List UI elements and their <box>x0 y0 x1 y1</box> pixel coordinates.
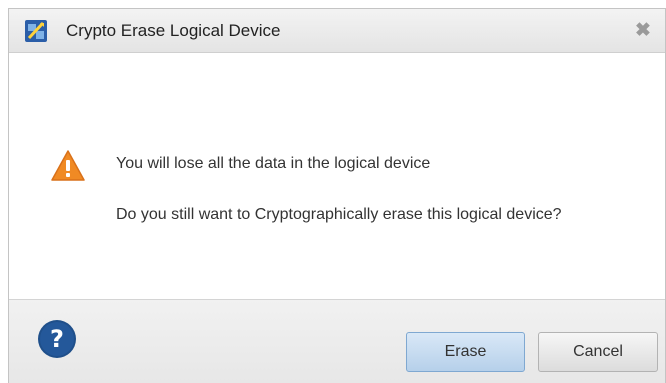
cancel-button[interactable]: Cancel <box>538 332 658 372</box>
erase-button[interactable]: Erase <box>406 332 525 372</box>
close-icon[interactable]: ✖ <box>633 21 653 41</box>
dialog-footer: ? Erase Cancel <box>9 299 665 383</box>
dialog-title-bar[interactable]: Crypto Erase Logical Device ✖ <box>9 9 665 53</box>
warning-message: You will lose all the data in the logica… <box>116 155 431 172</box>
svg-text:?: ? <box>50 325 64 353</box>
dialog-title: Crypto Erase Logical Device <box>66 21 281 40</box>
warning-triangle-icon <box>51 150 85 181</box>
help-question-icon[interactable]: ? <box>37 319 77 359</box>
confirmation-question: Do you still want to Cryptographically e… <box>116 206 562 223</box>
dialog-body: You will lose all the data in the logica… <box>9 53 665 299</box>
app-logo-icon <box>25 20 47 42</box>
crypto-erase-dialog: Crypto Erase Logical Device ✖ You will l… <box>8 8 666 383</box>
